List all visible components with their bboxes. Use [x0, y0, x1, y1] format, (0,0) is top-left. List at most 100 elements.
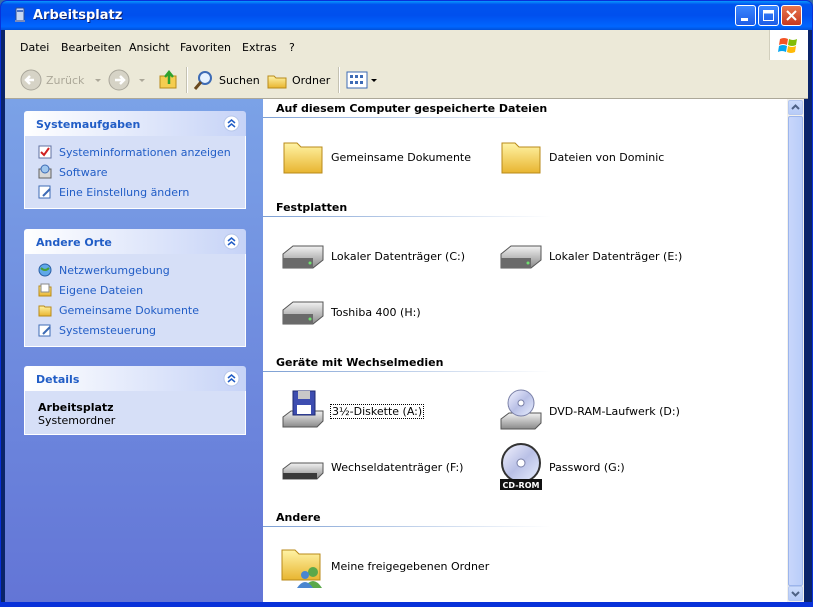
group-divider [263, 526, 551, 527]
system-tasks-list: Systeminformationen anzeigen Software Ei… [24, 136, 246, 209]
item-drive-h[interactable]: Toshiba 400 (H:) [279, 288, 421, 336]
folders-icon [267, 75, 287, 89]
link-system-info[interactable]: Systeminformationen anzeigen [25, 142, 245, 162]
back-arrow-icon [20, 69, 42, 91]
details-header[interactable]: Details [24, 366, 246, 391]
group-divider [263, 117, 551, 118]
menu-favoriten[interactable]: Favoriten [180, 41, 231, 54]
software-icon [38, 164, 52, 179]
hard-drive-icon [282, 245, 324, 269]
scroll-up-button[interactable] [788, 100, 803, 115]
close-button[interactable] [781, 5, 802, 26]
folder-icon [283, 142, 323, 174]
toolbar: Zurück Suchen Ordner [5, 61, 808, 99]
chevron-up-icon [791, 104, 800, 110]
views-icon [346, 71, 368, 89]
system-tasks-header[interactable]: Systemaufgaben [24, 111, 246, 136]
link-shared-documents[interactable]: Gemeinsame Dokumente [25, 300, 245, 320]
search-icon [193, 71, 212, 90]
scroll-down-button[interactable] [788, 586, 803, 601]
chevron-down-icon [791, 591, 800, 597]
window-title: Arbeitsplatz [33, 8, 123, 23]
toolbar-separator [338, 67, 340, 93]
forward-arrow-icon [108, 69, 130, 91]
link-change-setting[interactable]: Eine Einstellung ändern [25, 182, 245, 202]
my-computer-icon [15, 7, 25, 22]
group-divider [263, 216, 551, 217]
link-software[interactable]: Software [25, 162, 245, 182]
group-title-removable: Geräte mit Wechselmedien [276, 356, 444, 369]
minimize-button[interactable] [735, 5, 756, 26]
hard-drive-icon [500, 245, 542, 269]
windows-logo [769, 30, 808, 60]
menu-bearbeiten[interactable]: Bearbeiten [61, 41, 121, 54]
up-folder-icon [159, 69, 177, 89]
system-tasks-panel: Systemaufgaben Systeminformationen anzei… [24, 111, 246, 209]
toolbar-separator [186, 67, 188, 93]
task-pane: Systemaufgaben Systeminformationen anzei… [5, 99, 263, 602]
collapse-icon[interactable] [223, 233, 240, 250]
cdrom-icon: CD-ROM [500, 443, 542, 490]
explorer-window: Arbeitsplatz Datei Bearbeiten Ansicht Fa… [0, 0, 813, 607]
search-button[interactable]: Suchen [193, 67, 260, 93]
group-title-stored: Auf diesem Computer gespeicherte Dateien [276, 102, 548, 115]
menu-help[interactable]: ? [289, 41, 295, 54]
group-title-drives: Festplatten [276, 201, 348, 214]
item-shared-folders[interactable]: Meine freigegebenen Ordner [279, 542, 489, 590]
details-panel: Details Arbeitsplatz Systemordner [24, 366, 246, 435]
up-folder-button[interactable] [158, 67, 180, 93]
details-type: Systemordner [38, 414, 116, 427]
link-control-panel[interactable]: Systemsteuerung [25, 320, 245, 340]
maximize-button[interactable] [758, 5, 779, 26]
forward-button[interactable] [108, 67, 148, 93]
other-places-header[interactable]: Andere Orte [24, 229, 246, 254]
details-name: Arbeitsplatz [38, 401, 114, 414]
back-button[interactable]: Zurück [20, 67, 104, 93]
item-dvd-d[interactable]: DVD-RAM-Laufwerk (D:) [497, 387, 680, 435]
collapse-icon[interactable] [223, 370, 240, 387]
item-shared-documents[interactable]: Gemeinsame Dokumente [279, 133, 471, 181]
network-icon [38, 263, 52, 277]
floppy-drive-icon [282, 390, 324, 428]
title-bar[interactable]: Arbeitsplatz [1, 1, 812, 30]
my-documents-icon [38, 283, 52, 297]
dvd-drive-icon [500, 389, 542, 430]
cdrom-badge: CD-ROM [503, 481, 540, 490]
item-drive-c[interactable]: Lokaler Datenträger (C:) [279, 232, 465, 280]
removable-drive-icon [282, 462, 324, 480]
shared-folder-icon [281, 549, 322, 588]
system-info-icon [38, 145, 52, 159]
control-panel-icon [38, 324, 51, 337]
chevron-down-icon [139, 79, 145, 82]
item-dominic-files[interactable]: Dateien von Dominic [497, 133, 664, 181]
maximize-icon [763, 10, 774, 21]
menu-extras[interactable]: Extras [242, 41, 277, 54]
group-title-other: Andere [276, 511, 321, 524]
link-my-documents[interactable]: Eigene Dateien [25, 280, 245, 300]
window-frame-bottom [1, 602, 812, 606]
minimize-icon [741, 18, 748, 21]
folders-button[interactable]: Ordner [266, 67, 330, 93]
other-places-list: Netzwerkumgebung Eigene Dateien Gemeinsa… [24, 254, 246, 347]
details-body: Arbeitsplatz Systemordner [24, 391, 246, 435]
windows-flag-icon [778, 38, 797, 53]
menu-ansicht[interactable]: Ansicht [129, 41, 170, 54]
item-removable-f[interactable]: Wechseldatenträger (F:) [279, 443, 463, 491]
link-network[interactable]: Netzwerkumgebung [25, 260, 245, 280]
chevron-down-icon [95, 79, 102, 82]
folder-icon [501, 142, 541, 174]
item-floppy-a[interactable]: 3½-Diskette (A:) [279, 387, 425, 435]
vertical-scrollbar[interactable] [787, 99, 804, 602]
hard-drive-icon [282, 301, 324, 325]
scroll-thumb[interactable] [788, 116, 803, 586]
collapse-icon[interactable] [223, 115, 240, 132]
item-cdrom-g[interactable]: CD-ROM Password (G:) [497, 443, 625, 491]
other-places-panel: Andere Orte Netzwerkumgebung Eigene Date… [24, 229, 246, 347]
settings-icon [38, 185, 51, 199]
group-divider [263, 371, 551, 372]
menu-datei[interactable]: Datei [20, 41, 49, 54]
close-icon [786, 10, 797, 21]
views-button[interactable] [345, 67, 379, 93]
item-drive-e[interactable]: Lokaler Datenträger (E:) [497, 232, 682, 280]
folder-icon [38, 305, 52, 317]
